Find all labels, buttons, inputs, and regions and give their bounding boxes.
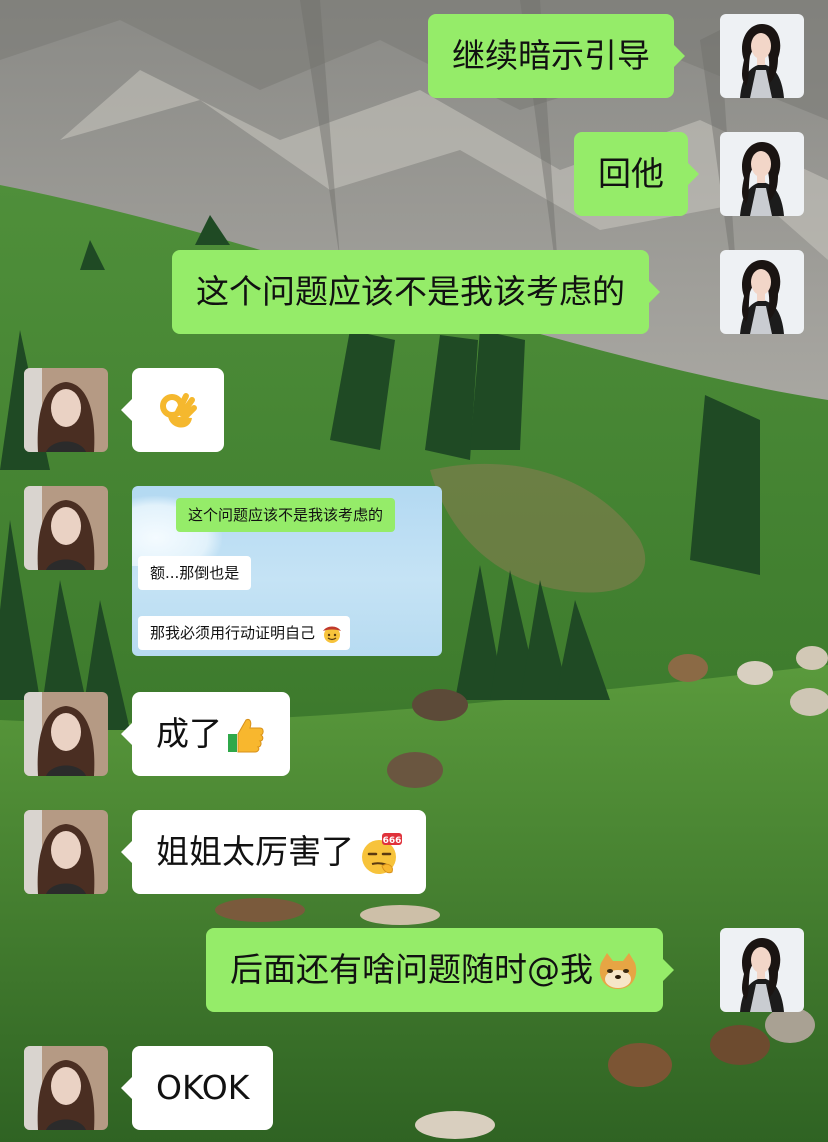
contact-avatar[interactable]: [24, 1046, 108, 1130]
contact-avatar[interactable]: [24, 810, 108, 894]
screenshot-received-bubble: 那我必须用行动证明自己: [138, 616, 350, 650]
avatar-photo: [24, 810, 108, 894]
my-avatar[interactable]: [720, 928, 804, 1012]
contact-avatar[interactable]: [24, 692, 108, 776]
avatar-photo: [720, 14, 804, 98]
received-message[interactable]: 成了: [121, 692, 290, 776]
contact-avatar[interactable]: [24, 368, 108, 452]
screenshot-text: 额...那倒也是: [150, 564, 240, 582]
avatar-photo: [720, 928, 804, 1012]
avatar-photo: [24, 1046, 108, 1130]
message-text: OKOK: [156, 1068, 250, 1107]
received-message[interactable]: OKOK: [120, 1046, 274, 1130]
screenshot-received-bubble: 额...那倒也是: [138, 556, 252, 590]
666-emoji: 666: [358, 832, 402, 876]
screenshot-text: 那我必须用行动证明自己: [150, 624, 316, 642]
my-avatar[interactable]: [720, 14, 804, 98]
message-text: 回他: [598, 154, 664, 193]
message-text: 后面还有啥问题随时@我: [230, 950, 593, 989]
my-avatar[interactable]: [720, 132, 804, 216]
screenshot-sent-bubble: 这个问题应该不是我该考虑的: [176, 498, 396, 532]
sent-message[interactable]: 这个问题应该不是我该考虑的: [172, 250, 660, 334]
thumbs-up-emoji: [226, 716, 266, 756]
message-text: 成了: [156, 714, 222, 753]
message-text: 姐姐太厉害了: [156, 832, 354, 871]
screenshot-text: 这个问题应该不是我该考虑的: [188, 506, 384, 524]
message-text: 继续暗示引导: [452, 36, 650, 75]
doge-emoji: [597, 951, 639, 993]
avatar-photo: [24, 486, 108, 570]
ok-hand-emoji: [156, 390, 224, 434]
sent-message[interactable]: 继续暗示引导: [428, 14, 685, 98]
received-message[interactable]: 姐姐太厉害了 666: [121, 810, 426, 894]
svg-text:666: 666: [383, 836, 402, 846]
sent-message[interactable]: 后面还有啥问题随时@我: [206, 928, 674, 1012]
sent-message[interactable]: 回他: [574, 132, 699, 216]
message-text: 这个问题应该不是我该考虑的: [196, 272, 625, 311]
received-message[interactable]: [121, 368, 224, 452]
screenshot-image-message[interactable]: 这个问题应该不是我该考虑的 额...那倒也是 那我必须用行动证明自己: [132, 486, 442, 656]
avatar-photo: [24, 692, 108, 776]
avatar-photo: [720, 250, 804, 334]
avatar-photo: [24, 368, 108, 452]
contact-avatar[interactable]: [24, 486, 108, 570]
avatar-photo: [720, 132, 804, 216]
cowboy-emoji: [322, 624, 342, 644]
my-avatar[interactable]: [720, 250, 804, 334]
